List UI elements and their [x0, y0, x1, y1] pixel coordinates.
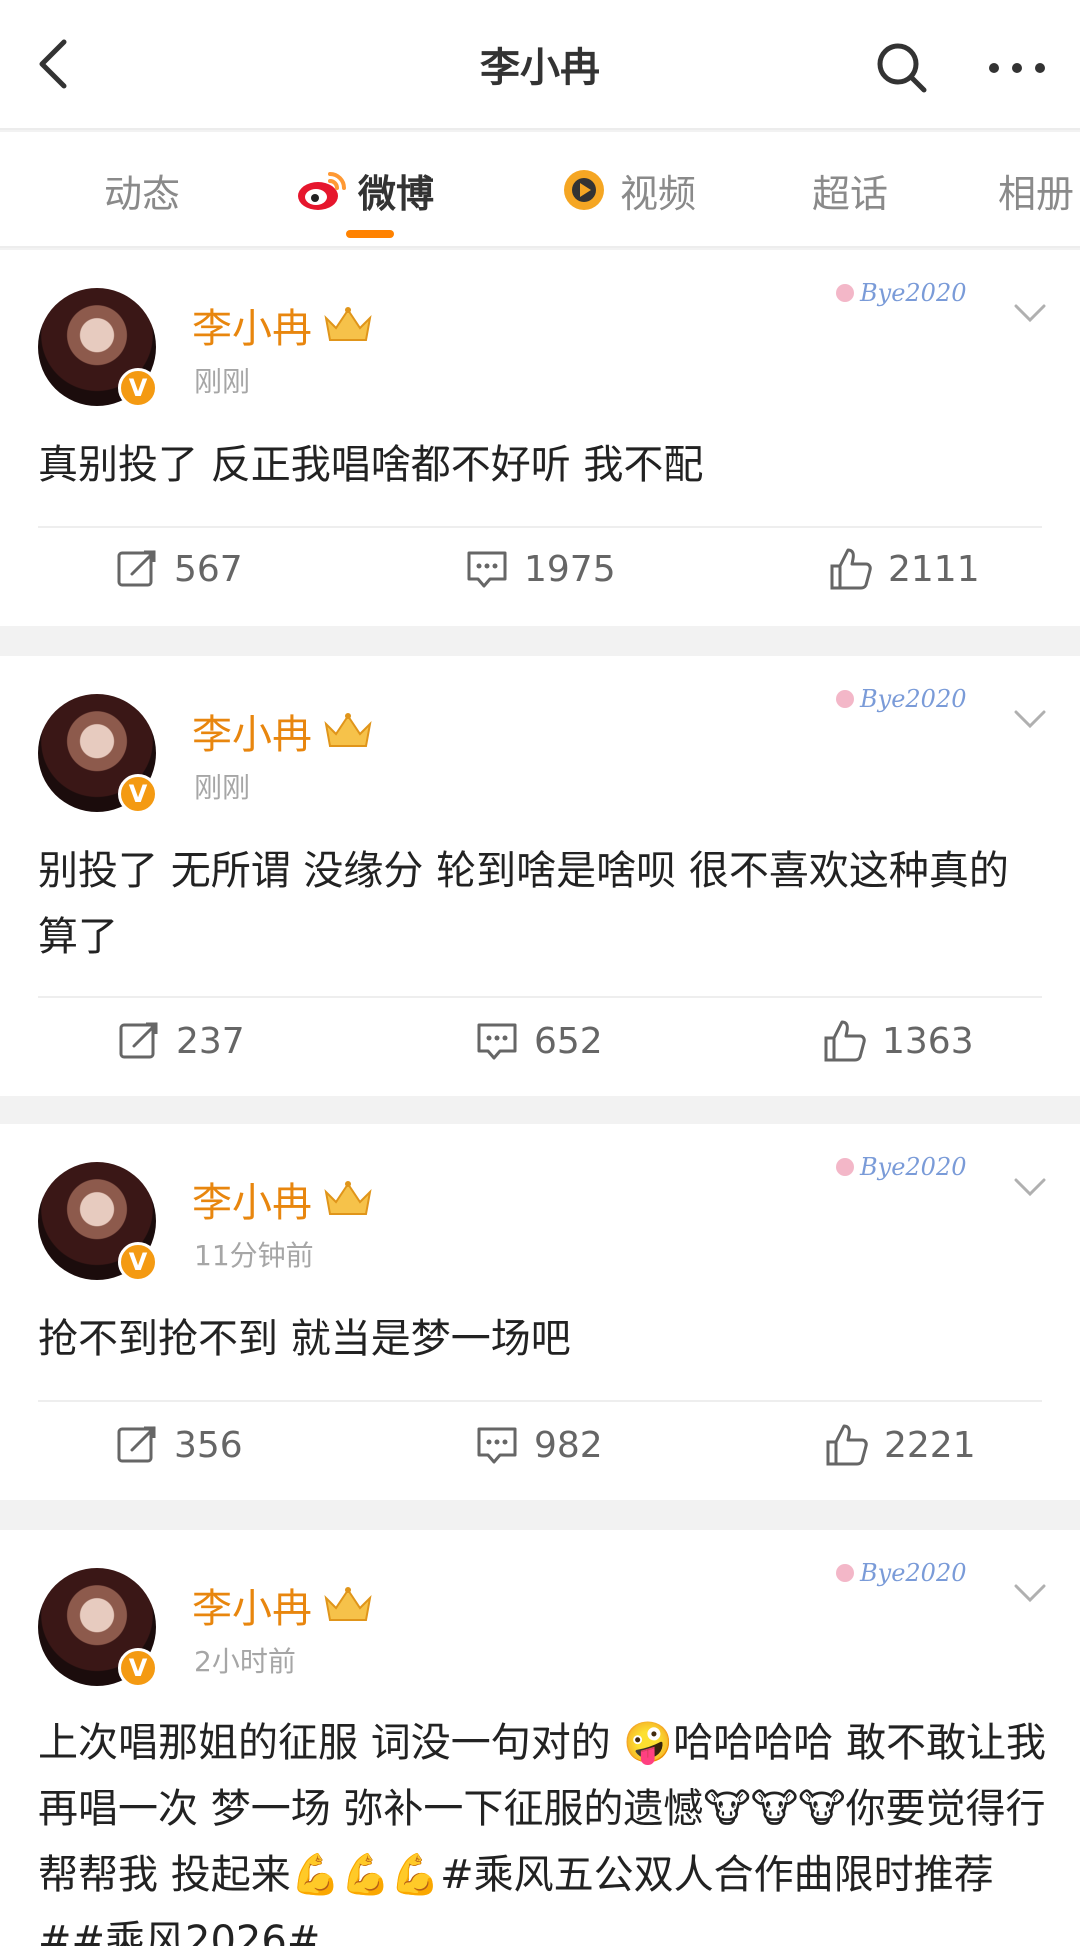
author-name[interactable]: 李小冉	[192, 1576, 374, 1634]
comment-button[interactable]: 652	[474, 1018, 603, 1064]
comment-icon	[467, 551, 507, 588]
like-button[interactable]: 1363	[822, 1018, 974, 1064]
tab-super-topic[interactable]: 超话	[812, 162, 888, 218]
tab-album[interactable]: 相册	[998, 162, 1074, 218]
verified-badge-icon: V	[118, 368, 158, 408]
tab-label: 微博	[358, 171, 435, 216]
profile-tabs: 动态 微博 视频 超话 相册	[0, 132, 1080, 248]
post-text: 别投了 无所谓 没缘分 轮到啥是啥呗 很不喜欢这种真的 算了	[38, 848, 1009, 960]
back-arrow-icon[interactable]	[26, 34, 86, 94]
sparkle-icon	[836, 1564, 854, 1582]
thumbs-up-icon	[830, 548, 872, 590]
tab-label: 相册	[998, 171, 1075, 216]
comment-count: 1975	[524, 548, 616, 590]
verified-badge-icon: V	[118, 1242, 158, 1282]
author-name-text: 李小冉	[192, 1586, 312, 1632]
like-count: 2111	[888, 548, 980, 590]
post-card[interactable]: V 李小冉 刚刚 Bye2020 真别投了 反正我唱啥都不好听 我不配 567 …	[0, 250, 1080, 626]
page-title: 李小冉	[480, 45, 600, 91]
avatar[interactable]: V	[38, 1568, 158, 1688]
author-name[interactable]: 李小冉	[192, 296, 374, 354]
repost-button[interactable]: 237	[116, 1018, 245, 1064]
crown-icon	[324, 1587, 372, 1621]
repost-icon	[119, 1022, 158, 1059]
decoration-badge: Bye2020	[836, 1548, 986, 1598]
chevron-down-icon[interactable]	[1010, 298, 1050, 328]
post-text: 真别投了 反正我唱啥都不好听 我不配	[38, 442, 704, 488]
like-button[interactable]: 2221	[824, 1422, 976, 1468]
repost-button[interactable]: 356	[114, 1422, 243, 1468]
post-card[interactable]: V 李小冉 刚刚 Bye2020 别投了 无所谓 没缘分 轮到啥是啥呗 很不喜欢…	[0, 656, 1080, 1096]
avatar[interactable]: V	[38, 1162, 158, 1282]
divider	[38, 1400, 1042, 1402]
repost-button[interactable]: 567	[114, 546, 243, 592]
decoration-text: Bye2020	[860, 279, 967, 307]
repost-count: 567	[174, 548, 243, 590]
author-name-text: 李小冉	[192, 712, 312, 758]
post-text: 上次唱那姐的征服 词没一句对的 🤪哈哈哈哈 敢不敢让我再唱一次 梦一场 弥补一下…	[38, 1720, 1046, 1946]
repost-count: 356	[174, 1424, 243, 1466]
post-card[interactable]: V 李小冉 2小时前 Bye2020 上次唱那姐的征服 词没一句对的 🤪哈哈哈哈…	[0, 1530, 1080, 1946]
comment-icon	[477, 1427, 517, 1464]
like-count: 2221	[884, 1424, 976, 1466]
thumbs-up-icon	[824, 1020, 866, 1062]
decoration-text: Bye2020	[860, 1153, 967, 1181]
divider	[38, 526, 1042, 528]
like-count: 1363	[882, 1020, 974, 1062]
chevron-down-icon[interactable]	[1010, 704, 1050, 734]
post-time: 11分钟前	[194, 1239, 314, 1272]
decoration-badge: Bye2020	[836, 268, 986, 318]
comment-icon	[477, 1023, 517, 1060]
comment-button[interactable]: 1975	[464, 546, 616, 592]
weibo-logo-icon	[298, 172, 346, 210]
tab-label: 视频	[620, 171, 697, 216]
top-bar: 李小冉	[0, 0, 1080, 130]
post-time: 刚刚	[194, 365, 251, 398]
thumbs-up-icon	[826, 1424, 868, 1466]
comment-button[interactable]: 982	[474, 1422, 603, 1468]
decoration-badge: Bye2020	[836, 1142, 986, 1192]
comment-count: 982	[534, 1424, 603, 1466]
author-name[interactable]: 李小冉	[192, 702, 374, 760]
decoration-badge: Bye2020	[836, 674, 986, 724]
repost-count: 237	[176, 1020, 245, 1062]
crown-icon	[324, 307, 372, 341]
verified-badge-icon: V	[118, 1648, 158, 1688]
author-name-text: 李小冉	[192, 1180, 312, 1226]
author-name-text: 李小冉	[192, 306, 312, 352]
chevron-down-icon[interactable]	[1010, 1172, 1050, 1202]
post-text: 抢不到抢不到 就当是梦一场吧	[38, 1316, 571, 1362]
repost-icon	[117, 1426, 156, 1463]
divider	[38, 996, 1042, 998]
tab-video[interactable]: 视频	[556, 162, 696, 218]
decoration-text: Bye2020	[860, 1559, 967, 1587]
tab-dynamics[interactable]: 动态	[104, 162, 180, 218]
tab-label: 超话	[812, 171, 889, 216]
comment-count: 652	[534, 1020, 603, 1062]
post-time: 2小时前	[194, 1645, 296, 1678]
repost-icon	[117, 550, 156, 587]
chevron-down-icon[interactable]	[1010, 1578, 1050, 1608]
crown-icon	[324, 713, 372, 747]
sparkle-icon	[836, 690, 854, 708]
like-button[interactable]: 2111	[828, 546, 980, 592]
video-icon	[564, 170, 604, 210]
active-tab-indicator	[346, 230, 394, 238]
sparkle-icon	[836, 1158, 854, 1176]
post-time: 刚刚	[194, 771, 251, 804]
author-name[interactable]: 李小冉	[192, 1170, 374, 1228]
more-options-icon[interactable]	[982, 38, 1052, 98]
search-icon[interactable]	[872, 38, 932, 98]
tab-weibo[interactable]: 微博	[294, 162, 434, 218]
post-card[interactable]: V 李小冉 11分钟前 Bye2020 抢不到抢不到 就当是梦一场吧 356 9…	[0, 1124, 1080, 1500]
avatar[interactable]: V	[38, 694, 158, 814]
decoration-text: Bye2020	[860, 685, 967, 713]
verified-badge-icon: V	[118, 774, 158, 814]
crown-icon	[324, 1181, 372, 1215]
avatar[interactable]: V	[38, 288, 158, 408]
tab-label: 动态	[104, 171, 181, 216]
sparkle-icon	[836, 284, 854, 302]
